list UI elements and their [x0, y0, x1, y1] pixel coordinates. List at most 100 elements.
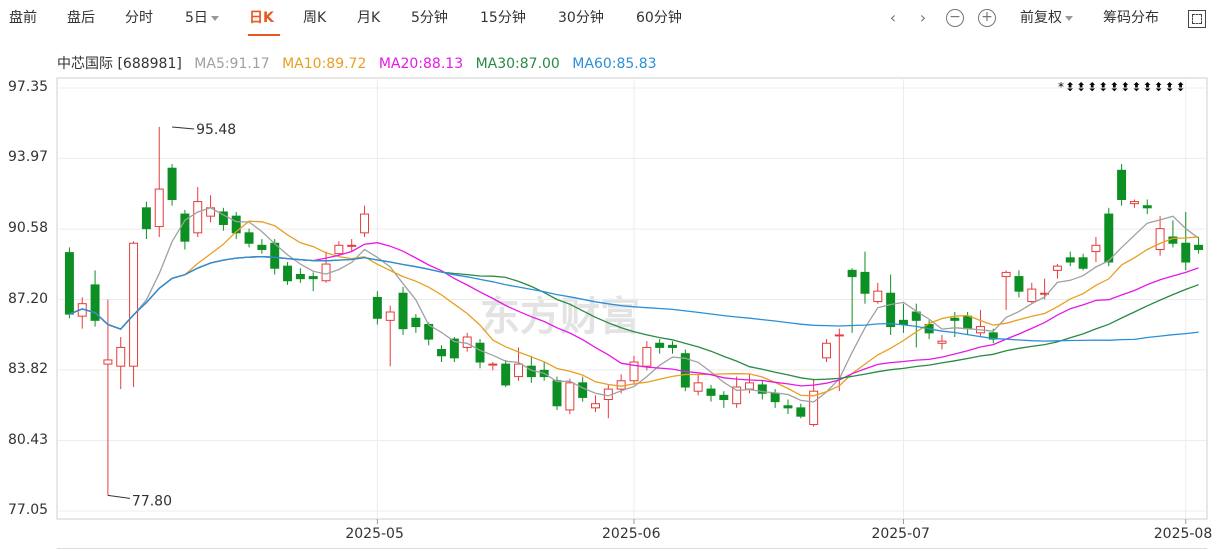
candle-body [488, 363, 498, 366]
candle [898, 303, 908, 333]
candle [154, 126, 164, 237]
candle-body [1027, 288, 1037, 303]
candle [360, 205, 370, 237]
candle [591, 395, 600, 413]
candle [103, 299, 113, 496]
candle [975, 309, 985, 338]
candle-body [360, 213, 370, 234]
candle [757, 380, 767, 400]
candle [629, 355, 639, 385]
candle [719, 391, 729, 408]
candle-body [1091, 244, 1101, 253]
candle-body [770, 392, 780, 403]
candle-body [1142, 205, 1152, 209]
candle [295, 268, 305, 283]
candle [860, 251, 870, 304]
candle-body [129, 242, 139, 367]
candle [488, 362, 498, 371]
candle [937, 334, 947, 350]
candle-body [796, 407, 806, 417]
candle [398, 286, 408, 335]
candle [475, 339, 485, 369]
candle-body [1194, 244, 1204, 250]
candle [1142, 199, 1152, 215]
candle-body [732, 386, 742, 405]
candle [1194, 236, 1204, 254]
candle [372, 291, 382, 325]
candle [565, 378, 575, 415]
candle-body [898, 319, 908, 326]
candle [180, 209, 190, 250]
bottom-separator [57, 548, 1207, 549]
candle-body [950, 317, 960, 321]
candle-body [462, 336, 472, 348]
candle [693, 374, 703, 396]
candle [257, 239, 267, 254]
candle [783, 399, 793, 415]
candle [77, 297, 87, 329]
candle [603, 384, 613, 419]
candle-body [514, 363, 523, 378]
candle [821, 339, 831, 363]
candle [1168, 220, 1178, 248]
candle-body [591, 403, 600, 409]
candle-body [847, 269, 857, 278]
candle-body [873, 290, 883, 303]
candle-body [937, 340, 947, 344]
candle [449, 337, 459, 363]
candle-body [372, 296, 382, 319]
candle-body [655, 342, 665, 348]
candle-body [1014, 276, 1024, 292]
candle-body [821, 342, 831, 359]
candle-body [244, 232, 254, 244]
candle-body [437, 349, 447, 357]
candle-body [886, 292, 896, 328]
candle-body [1155, 228, 1165, 250]
candle-body [578, 382, 588, 398]
candle [90, 270, 100, 327]
candle-body [860, 271, 870, 294]
candle-body [167, 167, 177, 200]
candle [437, 345, 447, 363]
candle [308, 272, 318, 292]
annotation-arrow [172, 126, 195, 130]
candle-body [1117, 169, 1127, 200]
candle-body [103, 359, 113, 365]
candle-body [963, 315, 973, 330]
candle [655, 339, 665, 354]
candle [732, 376, 742, 408]
candle [1181, 211, 1191, 271]
candle-body [231, 215, 241, 234]
candle [1027, 282, 1037, 304]
candle [1001, 270, 1011, 310]
candle-body [565, 382, 575, 411]
candle [385, 305, 395, 367]
candle [796, 403, 806, 419]
candle [116, 337, 126, 390]
candle-body [475, 342, 485, 363]
candle [847, 268, 857, 333]
candle-body [154, 188, 164, 228]
candle-body [193, 201, 203, 234]
candle-body [257, 244, 267, 250]
candle-body [64, 252, 74, 315]
kline-chart[interactable]: 东方财富 95.4877.80 [0, 0, 1218, 553]
candle-body [308, 276, 318, 280]
candle [1078, 253, 1088, 271]
candle [141, 201, 151, 240]
candle [668, 341, 677, 354]
candle-body [385, 311, 395, 321]
candle-body [706, 388, 716, 396]
candle [1129, 199, 1139, 208]
candle [873, 282, 883, 304]
candle [321, 251, 331, 283]
candle-body [501, 363, 511, 386]
annotation-arrow [107, 494, 130, 499]
candle-body [411, 317, 421, 328]
candle [244, 228, 254, 248]
candle [334, 241, 344, 256]
candle-body [668, 344, 677, 348]
annotation-label: 77.80 [132, 493, 172, 509]
candle [283, 261, 293, 285]
candle-body [719, 394, 729, 401]
